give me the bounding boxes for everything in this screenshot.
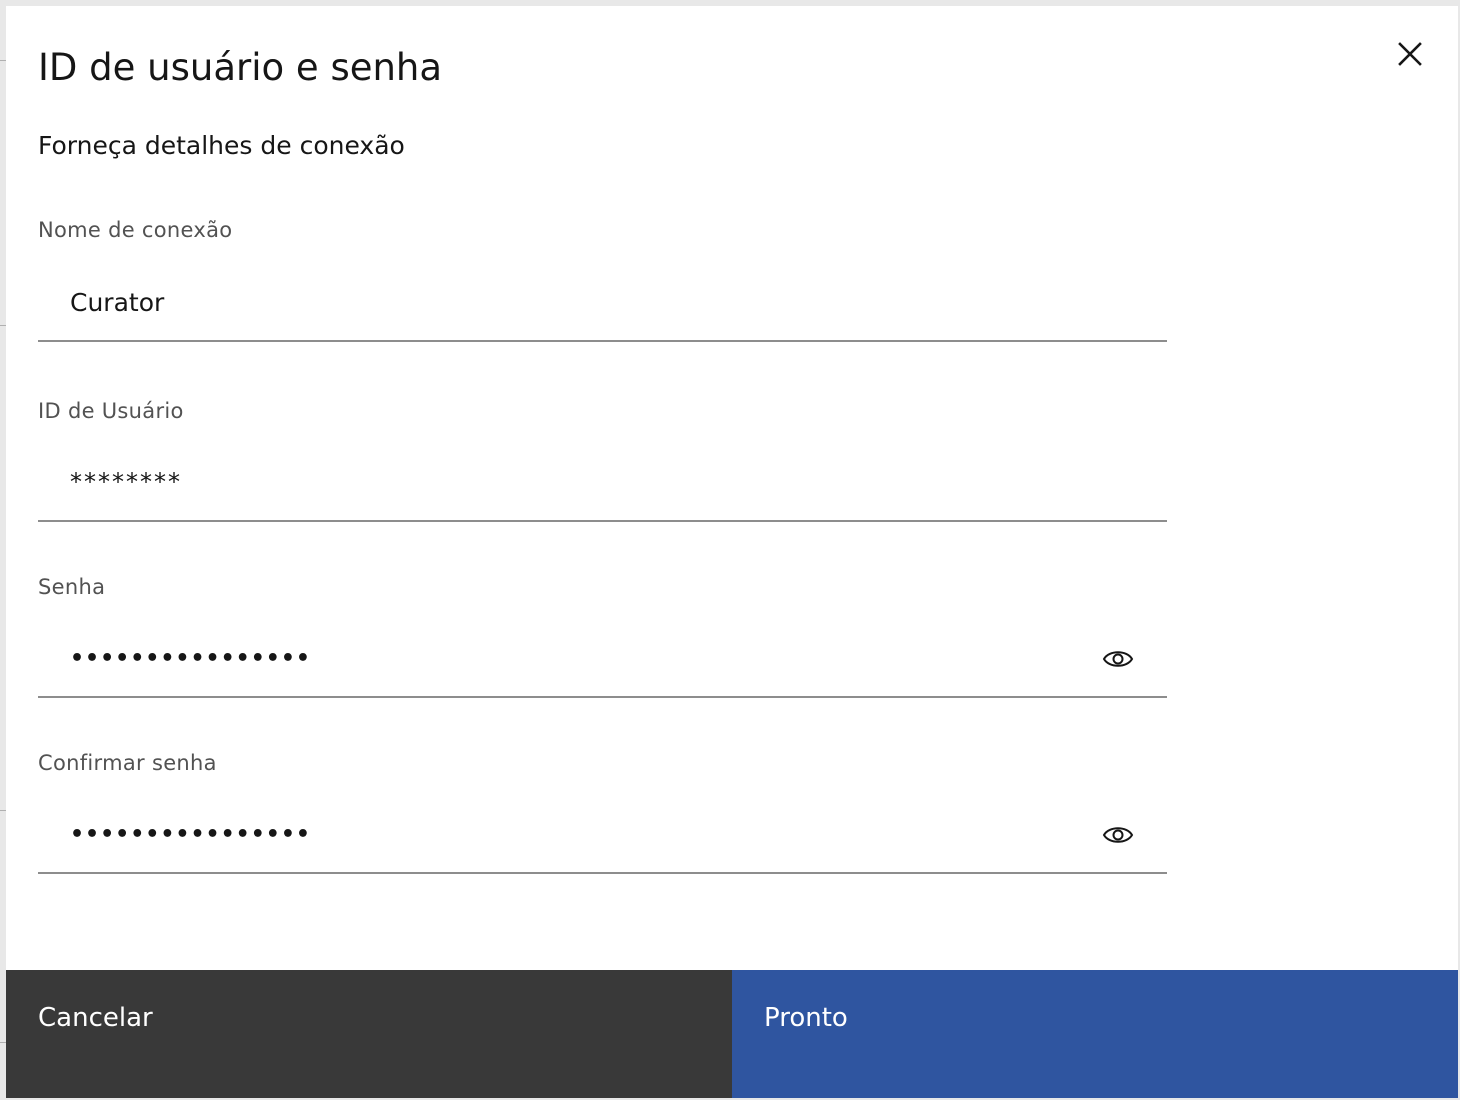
password-label: Senha	[38, 575, 106, 599]
cancel-button-label: Cancelar	[38, 1003, 153, 1033]
user-id-input[interactable]: ********	[38, 442, 1167, 522]
connection-name-value: Curator	[70, 287, 165, 317]
password-value: ••••••••••••••••	[70, 645, 311, 671]
confirm-password-input[interactable]: ••••••••••••••••	[38, 794, 1167, 874]
close-button[interactable]	[1392, 36, 1428, 72]
done-button[interactable]: Pronto	[732, 970, 1458, 1098]
user-id-value: ********	[70, 468, 182, 496]
cancel-button[interactable]: Cancelar	[6, 970, 732, 1098]
eye-icon	[1102, 827, 1134, 843]
close-icon	[1398, 42, 1422, 66]
modal-subtitle: Forneça detalhes de conexão	[38, 131, 405, 160]
confirm-password-value: ••••••••••••••••	[70, 821, 311, 847]
show-password-button[interactable]	[1100, 641, 1136, 677]
modal-title: ID de usuário e senha	[38, 46, 443, 89]
show-confirm-password-button[interactable]	[1100, 817, 1136, 853]
user-id-label: ID de Usuário	[38, 399, 184, 423]
password-input[interactable]: ••••••••••••••••	[38, 618, 1167, 698]
confirm-password-label: Confirmar senha	[38, 751, 217, 775]
connection-name-label: Nome de conexão	[38, 218, 233, 242]
done-button-label: Pronto	[764, 1003, 848, 1033]
connection-name-input[interactable]: Curator	[38, 262, 1167, 342]
eye-icon	[1102, 651, 1134, 667]
modal-footer: Cancelar Pronto	[6, 970, 1458, 1098]
connection-credentials-modal: ID de usuário e senha Forneça detalhes d…	[6, 6, 1458, 1098]
